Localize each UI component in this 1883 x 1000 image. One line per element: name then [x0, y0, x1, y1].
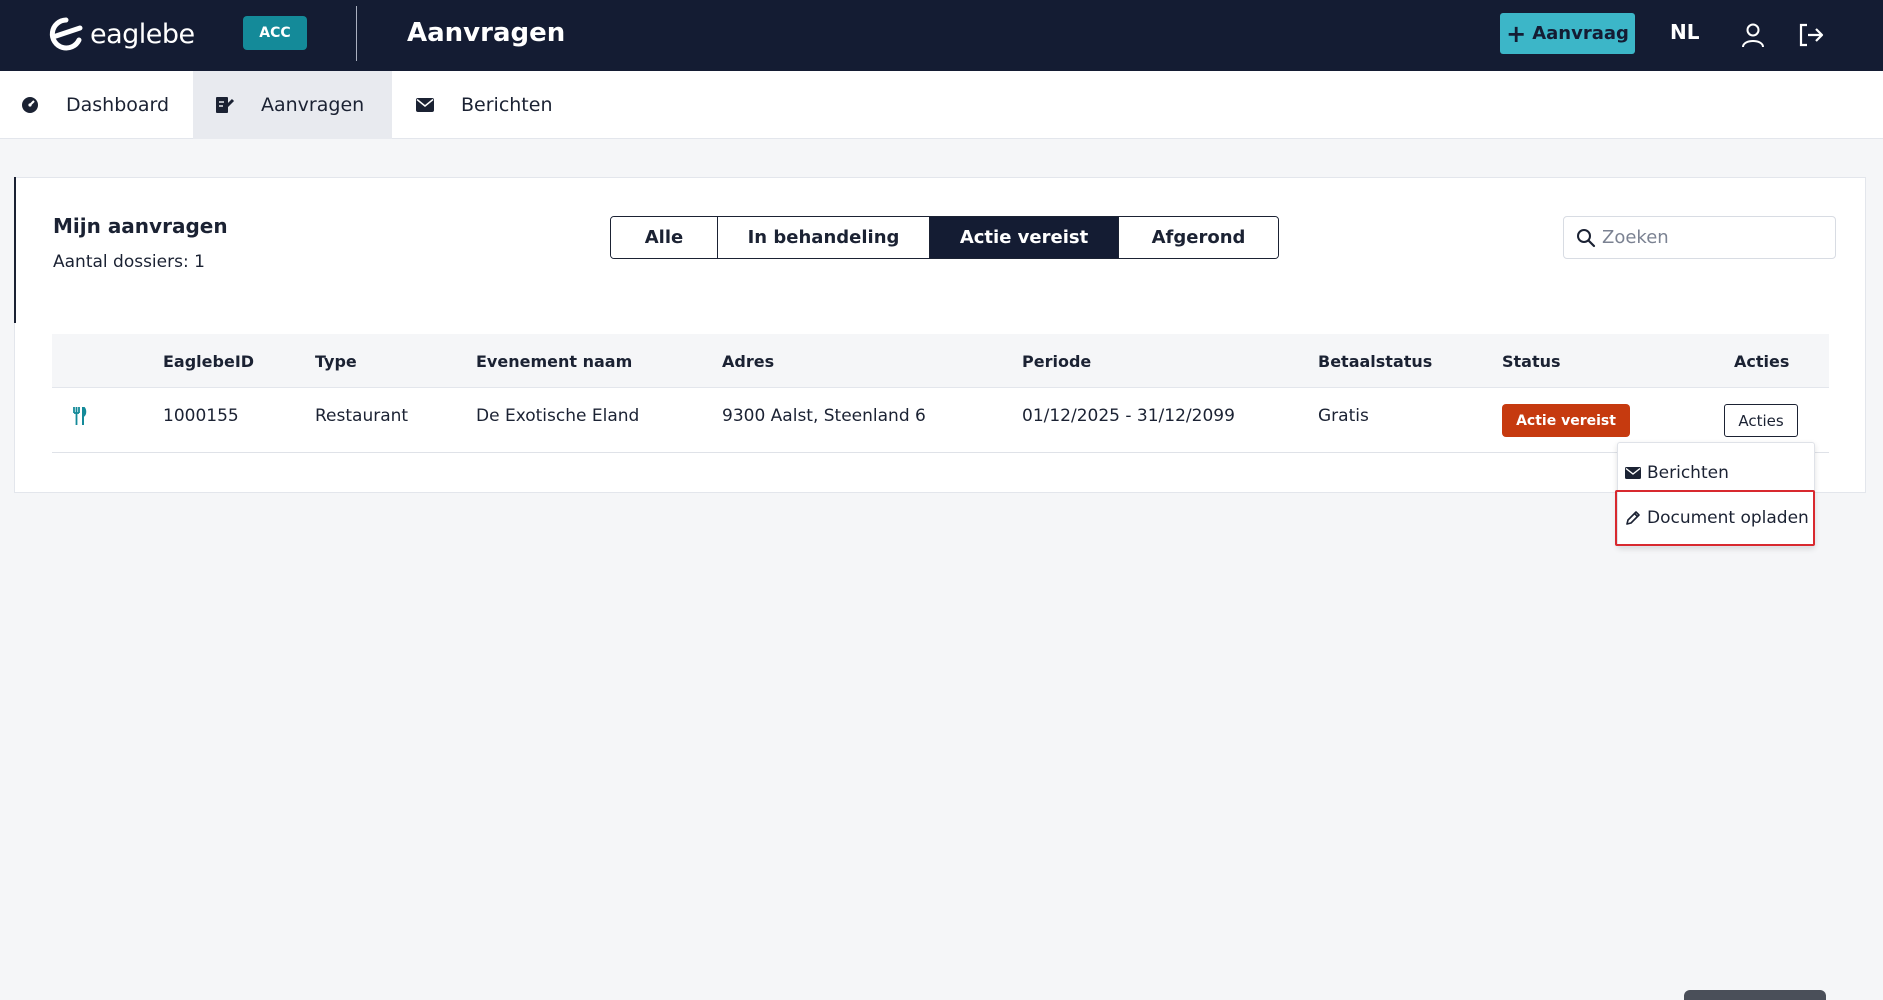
column-header-betaalstatus[interactable]: Betaalstatus — [1318, 334, 1432, 388]
nav-item-berichten[interactable]: Berichten — [415, 71, 552, 139]
user-icon[interactable] — [1741, 22, 1765, 48]
menu-item-label: Document opladen — [1647, 508, 1809, 528]
top-header: eaglebe ACC Aanvragen + Aanvraag NL — [0, 0, 1883, 71]
menu-item-label: Berichten — [1647, 463, 1729, 483]
logout-icon[interactable] — [1797, 22, 1825, 48]
status-filter-group: Alle In behandeling Actie vereist Afgero… — [610, 216, 1279, 259]
filter-alle[interactable]: Alle — [611, 217, 718, 258]
card-accent-bar — [14, 177, 16, 323]
card-title: Mijn aanvragen — [53, 214, 228, 238]
search-box — [1563, 216, 1836, 259]
search-icon — [1577, 228, 1596, 247]
acties-button[interactable]: Acties — [1724, 404, 1798, 437]
bottom-widget-tab[interactable] — [1684, 990, 1826, 1000]
cell-eaglebeid: 1000155 — [163, 406, 239, 426]
column-header-status[interactable]: Status — [1502, 334, 1561, 388]
dashboard-gauge-icon — [20, 95, 40, 115]
environment-badge: ACC — [243, 16, 307, 50]
edit-document-icon — [215, 95, 235, 115]
envelope-icon — [415, 95, 435, 115]
column-header-eaglebeid[interactable]: EaglebeID — [163, 334, 254, 388]
menu-item-berichten[interactable]: Berichten — [1625, 458, 1729, 488]
nav-item-label: Dashboard — [66, 94, 170, 116]
table-header: EaglebeID Type Evenement naam Adres Peri… — [52, 334, 1829, 388]
column-header-acties: Acties — [1734, 351, 1790, 371]
nav-item-aanvragen[interactable]: Aanvragen — [193, 71, 392, 139]
new-request-button[interactable]: + Aanvraag — [1500, 13, 1635, 54]
new-request-label: Aanvraag — [1532, 23, 1629, 44]
menu-item-document-opladen[interactable]: Document opladen — [1625, 503, 1809, 533]
dossier-count: Aantal dossiers: 1 — [53, 252, 205, 272]
eaglebe-logo-icon — [49, 17, 83, 51]
cell-type: Restaurant — [315, 406, 409, 426]
status-badge: Actie vereist — [1502, 404, 1630, 437]
cell-evenement-naam: De Exotische Eland — [476, 406, 640, 426]
pencil-icon — [1626, 511, 1640, 525]
eaglebe-logo[interactable]: eaglebe — [48, 16, 195, 52]
column-header-periode[interactable]: Periode — [1022, 334, 1091, 388]
search-input[interactable] — [1602, 227, 1822, 248]
filter-in-behandeling[interactable]: In behandeling — [718, 217, 930, 258]
header-divider — [356, 6, 357, 61]
utensils-icon — [72, 388, 88, 444]
language-switch[interactable]: NL — [1670, 20, 1699, 44]
filter-afgerond[interactable]: Afgerond — [1119, 217, 1278, 258]
filter-actie-vereist[interactable]: Actie vereist — [930, 217, 1119, 258]
page-title: Aanvragen — [407, 18, 566, 48]
main-navigation: Dashboard Aanvragen Berichten — [0, 71, 1883, 139]
cell-periode: 01/12/2025 - 31/12/2099 — [1022, 406, 1235, 426]
column-header-evenement-naam[interactable]: Evenement naam — [476, 334, 632, 388]
envelope-icon — [1625, 467, 1641, 479]
cell-adres: 9300 Aalst, Steenland 6 — [722, 406, 926, 426]
nav-item-label: Berichten — [461, 94, 553, 116]
table-row[interactable]: 1000155 Restaurant De Exotische Eland 93… — [52, 388, 1829, 453]
column-header-adres[interactable]: Adres — [722, 334, 774, 388]
plus-icon: + — [1506, 19, 1527, 48]
column-header-type[interactable]: Type — [315, 334, 357, 388]
cell-betaalstatus: Gratis — [1318, 406, 1369, 426]
nav-item-dashboard[interactable]: Dashboard — [20, 71, 169, 139]
logo-text: eaglebe — [90, 18, 195, 50]
nav-item-label: Aanvragen — [261, 94, 365, 116]
